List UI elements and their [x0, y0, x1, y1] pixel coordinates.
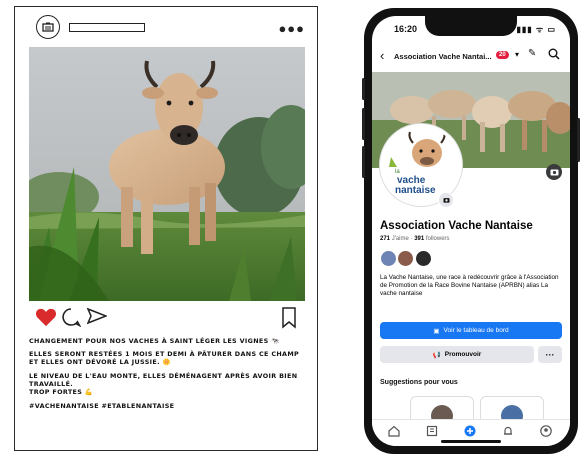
- followers-count: 391: [414, 236, 425, 242]
- megaphone-icon: 📢: [432, 351, 441, 359]
- post-photo-cow: [29, 47, 305, 301]
- phone-frame: 16:20 ▮▮▮ ᯤ ▭ ‹ Association Vache Nantai…: [362, 8, 580, 454]
- caption-line-4: TROP FORTES 💪: [29, 388, 94, 397]
- volume-up-button: [362, 108, 365, 140]
- caption-line-2: ELLES SERONT RESTÉES 1 MOIS ET DEMI À PÂ…: [29, 350, 300, 367]
- friend-avatar: [397, 250, 415, 267]
- edit-pencil-icon[interactable]: ✎: [528, 48, 536, 59]
- post-actions: [29, 307, 305, 333]
- back-arrow-icon[interactable]: ‹: [380, 48, 384, 63]
- chevron-down-icon[interactable]: ▾: [515, 50, 519, 59]
- caption-line-1: CHANGEMENT POUR NOS VACHES À SAINT LÉGER…: [29, 337, 280, 345]
- username-placeholder[interactable]: [69, 23, 145, 32]
- post-header: ●●●: [15, 7, 317, 47]
- likes-count: 271: [380, 236, 391, 242]
- phone-screen: 16:20 ▮▮▮ ᯤ ▭ ‹ Association Vache Nantai…: [372, 16, 570, 446]
- logo-text-nantaise: nantaise: [395, 185, 436, 196]
- comment-icon[interactable]: [61, 307, 81, 327]
- promote-button[interactable]: 📢 Promouvoir: [380, 346, 534, 363]
- bell-icon[interactable]: [502, 425, 514, 437]
- power-button: [577, 118, 580, 162]
- notification-badge[interactable]: 20: [496, 51, 509, 59]
- home-indicator: [441, 440, 501, 443]
- profile-avatar[interactable]: [36, 15, 60, 39]
- more-icon[interactable]: ●●●: [278, 21, 305, 36]
- heart-icon[interactable]: [35, 307, 57, 327]
- status-indicators: ▮▮▮ ᯤ ▭: [516, 25, 556, 34]
- friend-avatar: [380, 250, 397, 267]
- facebook-top-bar: ‹ Association Vache Nantai... 20 ▾ ✎: [372, 44, 570, 70]
- side-button: [362, 78, 365, 100]
- caption-hashtags[interactable]: #VACHENANTAISE #ETABLENANTAISE: [29, 402, 309, 410]
- dashboard-button[interactable]: ▣ Voir le tableau de bord: [380, 322, 562, 339]
- dashboard-icon: ▣: [433, 327, 440, 335]
- likes-label: J'aime: [391, 236, 409, 242]
- dashboard-button-label: Voir le tableau de bord: [443, 327, 509, 334]
- instagram-post-card: ●●● CHANGEMENT POUR NOS VACHES À SAINT L…: [14, 6, 318, 451]
- bookmark-icon[interactable]: [281, 307, 297, 329]
- page-name: Association Vache Nantaise: [380, 220, 533, 232]
- camera-icon: [42, 22, 54, 32]
- followers-label: followers: [425, 236, 450, 242]
- bottom-tab-bar: [372, 419, 570, 446]
- friends-avatars[interactable]: [380, 250, 432, 268]
- page-title[interactable]: Association Vache Nantai...: [394, 52, 494, 61]
- page-description: La Vache Nantaise, une race à redécouvri…: [380, 274, 559, 297]
- pages-icon[interactable]: [426, 425, 438, 437]
- caption-line-3: LE NIVEAU DE L'EAU MONTE, ELLES DÉMÉNAGE…: [29, 371, 298, 388]
- friend-avatar: [414, 250, 432, 267]
- home-icon[interactable]: [388, 425, 400, 437]
- search-icon[interactable]: [548, 48, 560, 60]
- share-icon[interactable]: [87, 307, 107, 325]
- profile-menu-icon[interactable]: [540, 425, 552, 437]
- post-caption: CHANGEMENT POUR NOS VACHES À SAINT LÉGER…: [29, 337, 309, 415]
- phone-notch: [425, 16, 517, 36]
- promote-button-label: Promouvoir: [444, 351, 482, 358]
- profile-camera-icon[interactable]: [438, 192, 454, 208]
- suggestions-title: Suggestions pour vous: [380, 379, 458, 386]
- create-plus-icon[interactable]: [464, 425, 476, 437]
- more-options-button[interactable]: ···: [538, 346, 562, 363]
- cover-camera-icon[interactable]: [546, 164, 562, 180]
- status-time: 16:20: [394, 24, 418, 34]
- page-stats: 271 J'aime · 391 followers: [380, 236, 450, 242]
- volume-down-button: [362, 146, 365, 178]
